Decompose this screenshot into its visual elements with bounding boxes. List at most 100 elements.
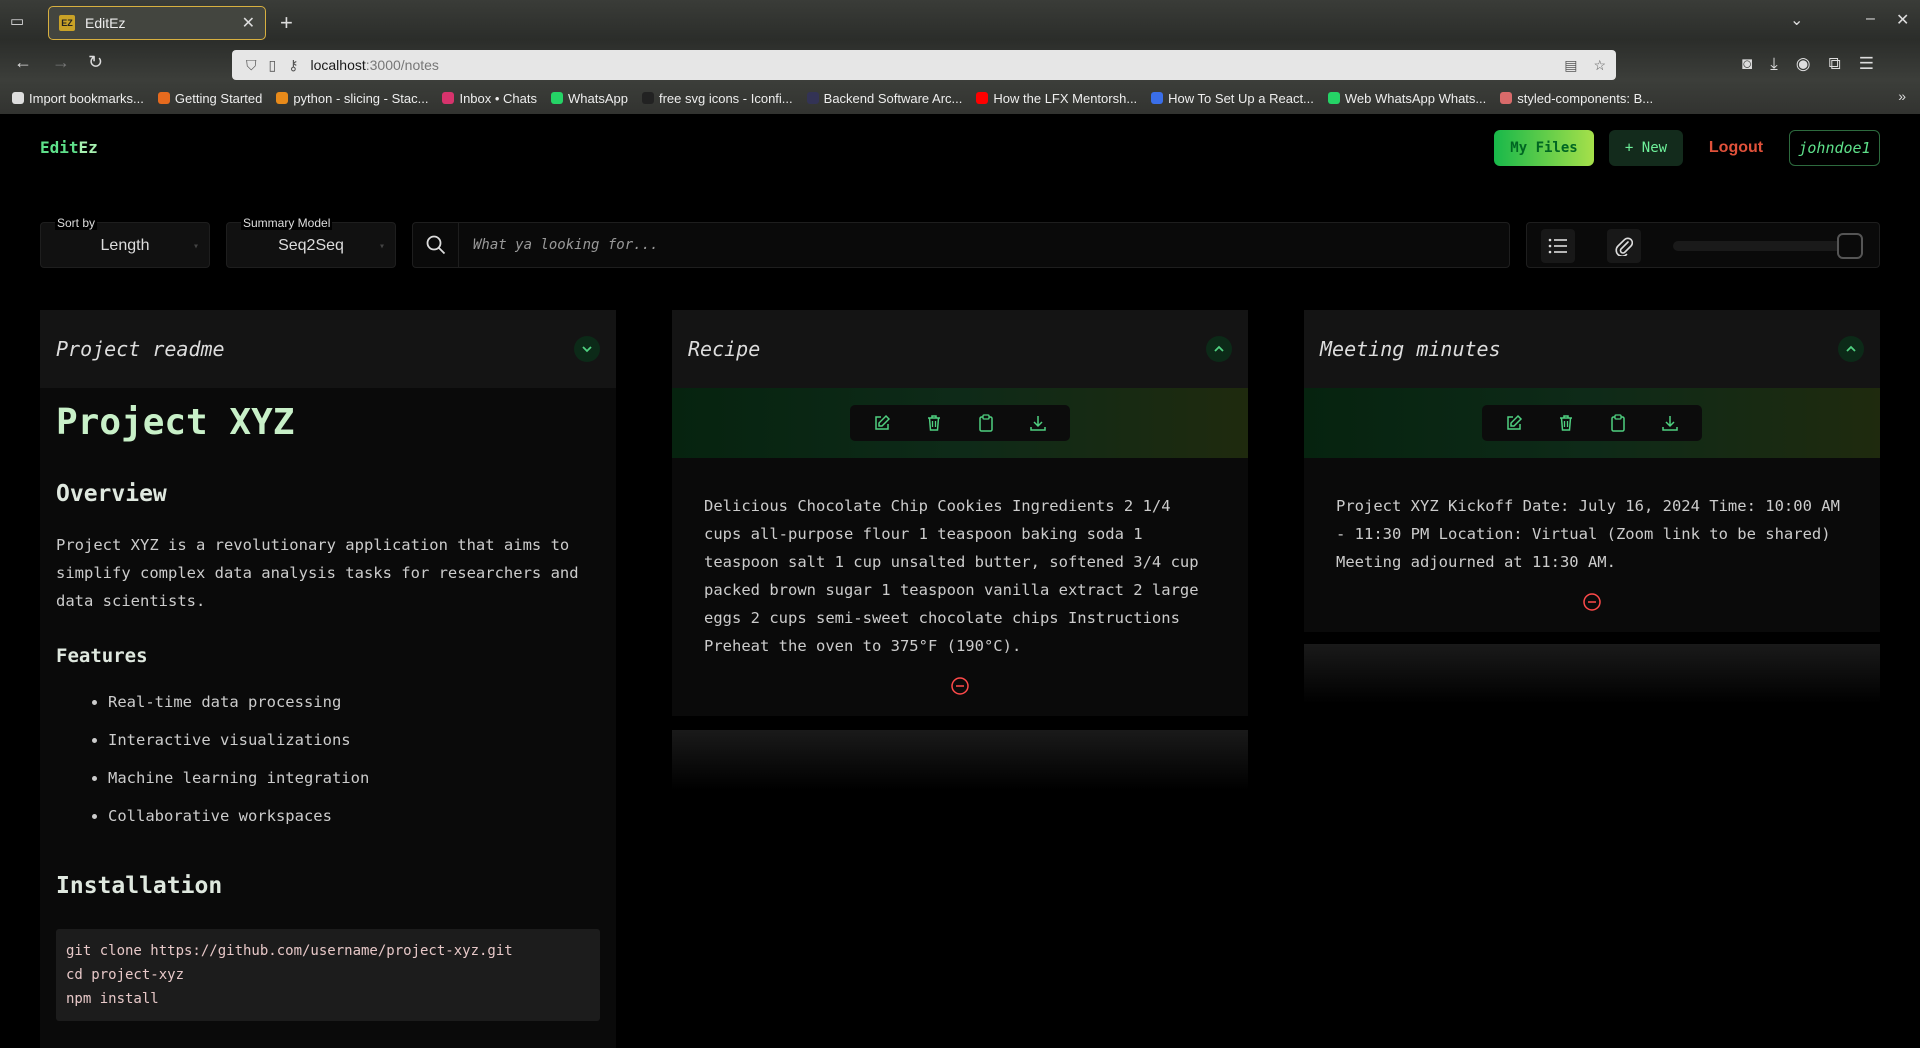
bookmark-label: Import bookmarks...	[29, 90, 144, 106]
collapse-note-button[interactable]	[1304, 576, 1880, 632]
note-body: Delicious Chocolate Chip Cookies Ingredi…	[704, 497, 1199, 655]
chevron-down-icon: ▾	[192, 241, 199, 252]
chevron-up-icon[interactable]	[1206, 336, 1232, 362]
bookmark-item[interactable]: Web WhatsApp Whats...	[1327, 91, 1486, 106]
view-slider[interactable]	[1673, 233, 1863, 259]
note-card-readme: Project readme Project XYZ Overview Proj…	[40, 310, 616, 1048]
list-item: Real-time data processing	[108, 683, 600, 721]
clipboard-icon[interactable]	[960, 409, 1012, 437]
account-icon[interactable]: ◉	[1796, 54, 1811, 74]
overview-heading: Overview	[56, 481, 167, 507]
download-icon[interactable]	[1012, 409, 1064, 437]
bookmark-favicon-icon	[12, 92, 24, 104]
pocket-icon[interactable]: ◙	[1742, 54, 1752, 74]
sort-value: Length	[100, 237, 150, 254]
bookmark-item[interactable]: How To Set Up a React...	[1151, 91, 1314, 106]
bookmark-item[interactable]: Inbox • Chats	[442, 91, 537, 106]
chevron-down-icon: ▾	[378, 241, 385, 252]
more-bookmarks-icon[interactable]: »	[1898, 88, 1906, 104]
chevron-up-icon[interactable]	[1838, 336, 1864, 362]
note-action-bar	[1304, 388, 1880, 458]
list-item: Interactive visualizations	[108, 721, 600, 759]
reload-icon[interactable]: ↻	[88, 52, 103, 73]
card-shadow	[1304, 644, 1880, 704]
bookmark-label: How the LFX Mentorsh...	[993, 90, 1138, 106]
note-card-recipe: Recipe Delicious Chocolate Chip Cookies …	[672, 310, 1248, 716]
search-input[interactable]	[459, 223, 1509, 267]
chevron-down-icon[interactable]	[574, 336, 600, 362]
note-actions	[850, 405, 1070, 441]
note-card-header[interactable]: Meeting minutes	[1304, 310, 1880, 388]
search-icon[interactable]	[413, 223, 459, 267]
bookmark-label: WhatsApp	[568, 90, 628, 106]
paperclip-icon	[1615, 237, 1633, 256]
menu-icon[interactable]: ☰	[1859, 54, 1874, 74]
view-tools	[1526, 222, 1880, 268]
app-root: EditEz My Files + New Logout johndoe1 So…	[0, 114, 1920, 1048]
list-view-button[interactable]	[1541, 229, 1575, 263]
bookmark-favicon-icon	[1327, 92, 1340, 104]
extensions-icon[interactable]: ⧉	[1829, 54, 1841, 74]
new-note-button[interactable]: + New	[1609, 130, 1683, 166]
collapse-note-button[interactable]	[672, 660, 1248, 716]
bookmark-item[interactable]: free svg icons - Iconfi...	[641, 90, 793, 106]
note-card-header[interactable]: Recipe	[672, 310, 1248, 388]
download-icon[interactable]: ⤓	[1770, 54, 1778, 74]
key-icon[interactable]: ⚷	[288, 57, 298, 74]
bookmark-label: Getting Started	[174, 90, 263, 106]
bookmark-label: styled-components: B...	[1517, 90, 1654, 106]
my-files-button[interactable]: My Files	[1494, 130, 1594, 166]
list-item: Collaborative workspaces	[108, 797, 600, 835]
brand-logo[interactable]: EditEz	[40, 138, 98, 157]
minimize-icon[interactable]: –	[1866, 10, 1875, 28]
logout-button[interactable]: Logout	[1698, 130, 1774, 166]
bookmark-item[interactable]: Backend Software Arc...	[806, 91, 962, 106]
download-icon[interactable]	[1644, 409, 1696, 437]
installation-heading: Installation	[56, 873, 223, 899]
bookmark-label: python - slicing - Stac...	[293, 90, 429, 106]
bookmark-favicon-icon	[976, 92, 989, 104]
bookmark-item[interactable]: Getting Started	[157, 90, 263, 106]
close-window-icon[interactable]: ✕	[1896, 10, 1909, 30]
sort-select[interactable]: Sort by Length ▾	[40, 216, 210, 268]
favicon: EZ	[59, 15, 75, 31]
close-tab-icon[interactable]: ✕	[242, 13, 255, 33]
reader-view-icon[interactable]: ▤	[1564, 57, 1577, 74]
readme-h1: Project XYZ	[56, 402, 295, 443]
markdown-content: Project XYZ Overview Project XYZ is a re…	[40, 402, 616, 1021]
clipboard-icon[interactable]	[1592, 409, 1644, 437]
bookmark-item[interactable]: WhatsApp	[551, 91, 628, 106]
bookmark-label: free svg icons - Iconfi...	[658, 90, 793, 106]
bookmarks-bar: Import bookmarks... Getting Started python…	[0, 86, 1920, 110]
bookmark-item[interactable]: How the LFX Mentorsh...	[976, 91, 1137, 106]
list-all-tabs-icon[interactable]: ⌄	[1790, 10, 1803, 30]
slider-knob[interactable]	[1837, 233, 1863, 259]
note-title: Meeting minutes	[1320, 337, 1501, 361]
username-badge[interactable]: johndoe1	[1789, 130, 1880, 166]
page-icon: ▯	[268, 56, 277, 73]
bookmark-favicon-icon	[157, 92, 170, 104]
shield-icon[interactable]: ⛉	[246, 57, 257, 74]
new-tab-icon[interactable]: +	[280, 10, 293, 36]
url-bar[interactable]: ⛉ ▯ ⚷ localhost:3000/notes ▤ ☆	[232, 50, 1616, 80]
edit-icon[interactable]	[1488, 409, 1540, 437]
trash-icon[interactable]	[1540, 409, 1592, 437]
browser-tab[interactable]: EZ EditEz ✕	[48, 6, 266, 40]
summary-model-select[interactable]: Summary Model Seq2Seq ▾	[226, 216, 396, 268]
bookmark-favicon-icon	[641, 92, 654, 104]
note-card-header[interactable]: Project readme	[40, 310, 616, 388]
bookmark-item[interactable]: Import bookmarks...	[12, 91, 144, 106]
edit-icon[interactable]	[856, 409, 908, 437]
bookmark-item[interactable]: python - slicing - Stac...	[276, 91, 428, 106]
minus-circle-icon	[951, 677, 969, 695]
forward-icon[interactable]: →	[52, 52, 70, 73]
brand-prefix: Edit	[40, 138, 79, 157]
bookmark-favicon-icon	[551, 92, 563, 104]
attach-button[interactable]	[1607, 229, 1641, 263]
trash-icon[interactable]	[908, 409, 960, 437]
bookmark-item[interactable]: styled-components: B...	[1500, 91, 1653, 106]
url-host: localhost	[310, 57, 366, 73]
back-icon[interactable]: ←	[14, 52, 32, 73]
tab-list-icon[interactable]: ▭	[10, 12, 30, 30]
bookmark-star-icon[interactable]: ☆	[1593, 57, 1606, 74]
